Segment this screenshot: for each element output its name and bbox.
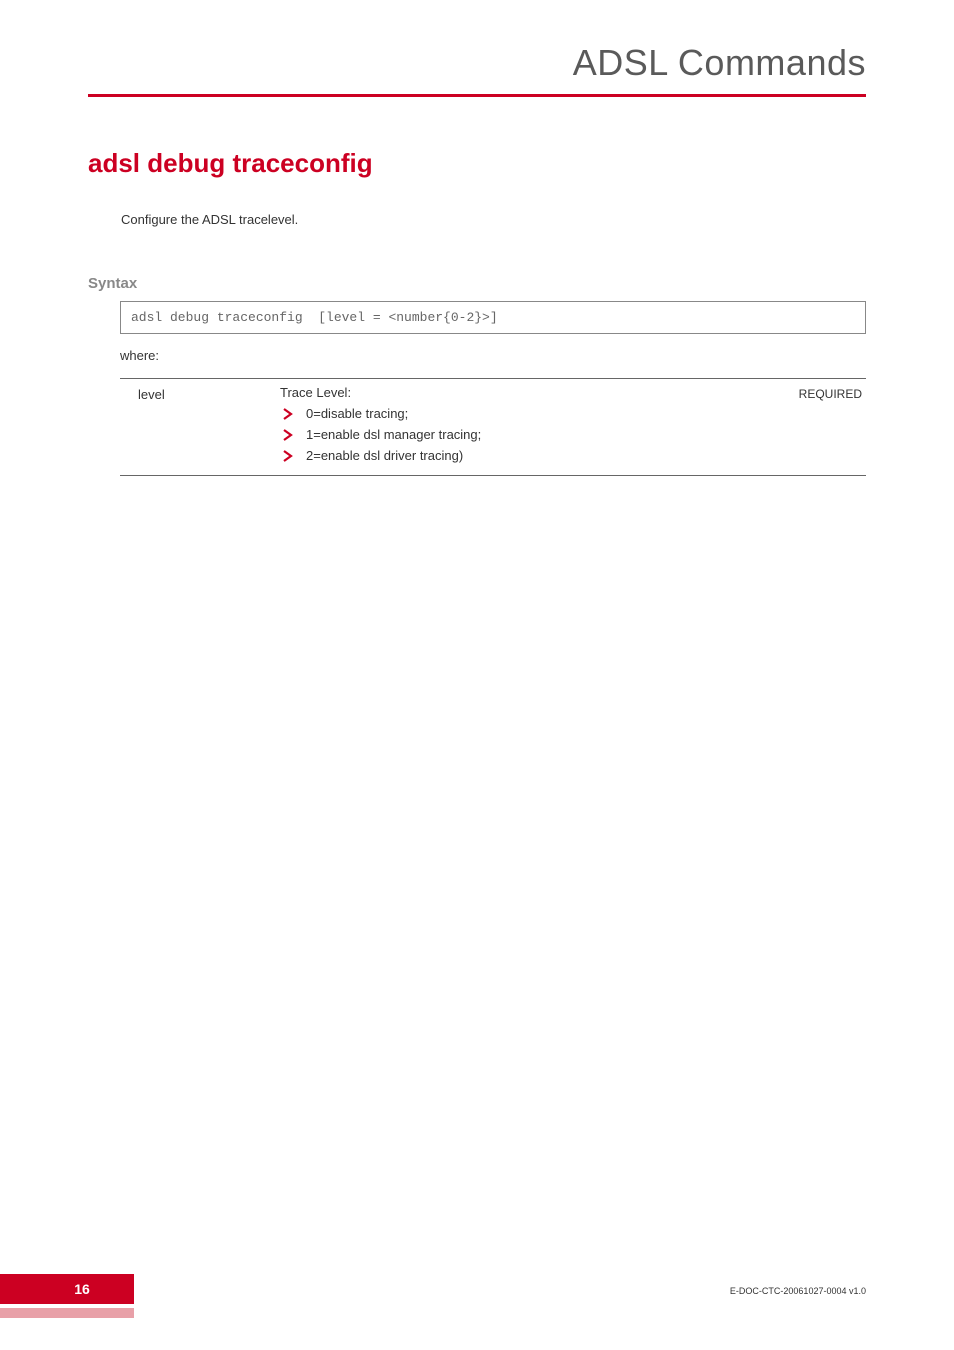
chevron-right-icon [282, 429, 294, 441]
divider [120, 475, 866, 476]
params-table: level Trace Level: 0=disable tracing; 1=… [120, 378, 866, 476]
divider [120, 378, 866, 379]
param-desc-heading: Trace Level: [280, 385, 756, 400]
page-number: 16 [0, 1274, 134, 1304]
param-name: level [120, 385, 280, 402]
page-header-title: ADSL Commands [573, 42, 866, 84]
bullet-text: 0=disable tracing; [306, 406, 408, 421]
syntax-code: adsl debug traceconfig [level = <number{… [120, 301, 866, 334]
syntax-heading: Syntax [88, 275, 137, 292]
where-label: where: [120, 348, 159, 363]
chevron-right-icon [282, 450, 294, 462]
list-item: 0=disable tracing; [280, 406, 756, 421]
bullet-text: 2=enable dsl driver tracing) [306, 448, 463, 463]
param-description: Trace Level: 0=disable tracing; 1=enable… [280, 385, 756, 469]
footer-accent-bar [0, 1308, 134, 1318]
param-required: REQUIRED [756, 385, 866, 401]
list-item: 2=enable dsl driver tracing) [280, 448, 756, 463]
footer-doc-id: E-DOC-CTC-20061027-0004 v1.0 [730, 1286, 866, 1296]
table-row: level Trace Level: 0=disable tracing; 1=… [120, 385, 866, 469]
list-item: 1=enable dsl manager tracing; [280, 427, 756, 442]
section-description: Configure the ADSL tracelevel. [121, 212, 298, 227]
bullet-text: 1=enable dsl manager tracing; [306, 427, 481, 442]
chevron-right-icon [282, 408, 294, 420]
header-divider [88, 94, 866, 97]
section-title: adsl debug traceconfig [88, 148, 373, 179]
